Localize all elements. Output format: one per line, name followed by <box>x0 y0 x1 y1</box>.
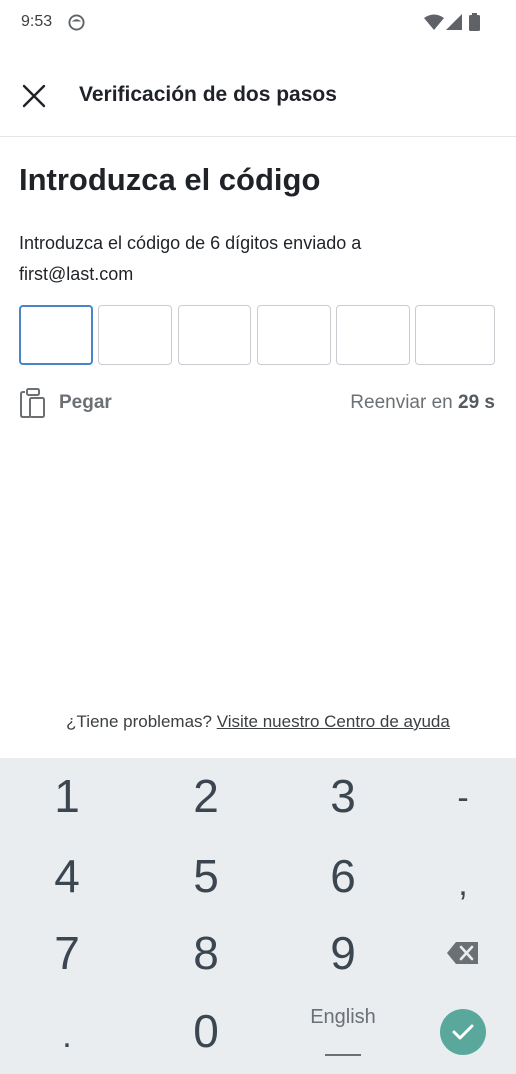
code-digit-6[interactable] <box>415 305 495 365</box>
help-text: ¿Tiene problemas? <box>66 712 212 731</box>
resend-countdown: 29 s <box>458 392 495 413</box>
clipboard-icon <box>20 388 45 418</box>
notification-face-icon <box>68 14 85 31</box>
help-line: ¿Tiene problemas? Visite nuestro Centro … <box>0 712 516 732</box>
key-4[interactable]: 4 <box>7 838 127 914</box>
key-0[interactable]: 0 <box>146 993 266 1069</box>
key-3[interactable]: 3 <box>283 758 403 834</box>
check-icon <box>452 1024 474 1040</box>
status-bar: 9:53 <box>0 0 516 46</box>
close-icon <box>22 84 46 108</box>
status-time: 9:53 <box>21 13 53 30</box>
app-title: Verificación de dos pasos <box>79 83 337 106</box>
paste-label: Pegar <box>59 392 112 413</box>
code-digit-1[interactable] <box>19 305 93 365</box>
key-9[interactable]: 9 <box>283 915 403 991</box>
code-digit-5[interactable] <box>336 305 410 365</box>
resend-timer: Reenviar en 29 s <box>350 392 495 414</box>
email-address: first@last.com <box>19 264 134 284</box>
instruction-text: Introduzca el código de 6 dígitos enviad… <box>19 228 489 290</box>
description-text: Introduzca el código de 6 dígitos enviad… <box>19 233 362 253</box>
key-7[interactable]: 7 <box>7 915 127 991</box>
key-comma[interactable]: , <box>403 846 516 922</box>
key-minus[interactable]: - <box>403 760 516 836</box>
signal-icon <box>446 14 462 30</box>
battery-icon <box>469 13 480 31</box>
language-switch[interactable]: English <box>283 1006 403 1029</box>
help-center-link[interactable]: Visite nuestro Centro de ayuda <box>217 712 450 731</box>
code-digit-2[interactable] <box>98 305 172 365</box>
key-5[interactable]: 5 <box>146 838 266 914</box>
key-8[interactable]: 8 <box>146 915 266 991</box>
close-button[interactable] <box>14 76 54 116</box>
key-2[interactable]: 2 <box>146 758 266 834</box>
code-digit-3[interactable] <box>178 305 251 365</box>
numeric-keyboard: 1 2 3 - 4 5 6 , 7 8 9 . 0 English <box>0 758 516 1074</box>
backspace-icon[interactable] <box>446 940 480 966</box>
wifi-icon <box>424 14 444 30</box>
resend-text: Reenviar en <box>350 392 453 413</box>
app-bar: Verificación de dos pasos <box>0 56 516 137</box>
page-heading: Introduzca el código <box>19 162 321 197</box>
language-underline <box>325 1054 361 1056</box>
key-6[interactable]: 6 <box>283 838 403 914</box>
enter-button[interactable] <box>440 1009 486 1055</box>
key-1[interactable]: 1 <box>7 758 127 834</box>
code-digit-4[interactable] <box>257 305 331 365</box>
key-period[interactable]: . <box>7 998 127 1074</box>
